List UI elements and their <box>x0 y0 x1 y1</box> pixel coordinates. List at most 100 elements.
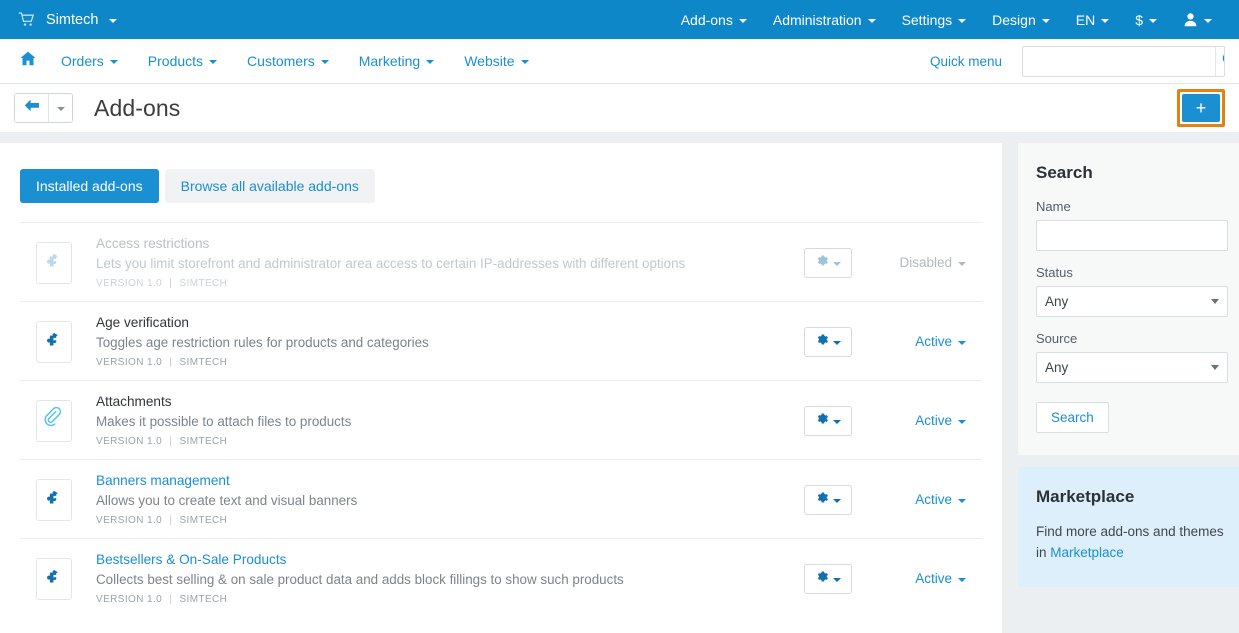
addon-status[interactable]: Active <box>904 413 982 428</box>
addon-vendor: SIMTECH <box>179 436 228 447</box>
chevron-down-icon <box>109 60 118 64</box>
addon-status[interactable]: Active <box>904 334 982 349</box>
status-select[interactable]: Any <box>1036 286 1228 317</box>
nav-home-button[interactable] <box>10 51 46 71</box>
addon-settings-button[interactable] <box>804 326 852 357</box>
chevron-down-icon <box>832 261 841 266</box>
search-input[interactable] <box>1023 46 1215 76</box>
meta-separator: | <box>169 515 173 526</box>
global-search <box>1022 45 1225 77</box>
table-row: Age verification Toggles age restriction… <box>20 301 982 380</box>
chevron-down-icon <box>958 18 967 23</box>
puzzle-piece-icon <box>45 567 64 591</box>
marketplace-text: Find more add-ons and themes in Marketpl… <box>1036 521 1224 563</box>
chevron-down-icon <box>738 18 747 23</box>
addon-settings-button[interactable] <box>804 484 852 515</box>
nav-item-customers[interactable]: Customers <box>232 53 344 69</box>
addon-description: Lets you limit storefront and administra… <box>96 256 686 271</box>
nav-item-products[interactable]: Products <box>133 53 232 69</box>
addon-vendor: SIMTECH <box>179 594 228 605</box>
addon-version: VERSION 1.0 <box>96 357 163 368</box>
addon-meta: VERSION 1.0 | SIMTECH <box>96 278 790 289</box>
topnav-item-user[interactable] <box>1170 12 1225 27</box>
meta-separator: | <box>169 436 173 447</box>
topnav-item-language[interactable]: EN <box>1063 12 1122 28</box>
addon-settings-button[interactable] <box>804 405 852 436</box>
addon-settings-button[interactable] <box>804 247 852 278</box>
nav-item-marketing[interactable]: Marketing <box>344 53 449 69</box>
chevron-down-icon <box>109 18 118 23</box>
addon-name[interactable]: Banners management <box>96 473 790 488</box>
addon-status[interactable]: Active <box>904 571 982 586</box>
tab-installed-addons[interactable]: Installed add-ons <box>20 169 159 203</box>
addon-meta: VERSION 1.0 | SIMTECH <box>96 436 790 447</box>
quick-menu-link[interactable]: Quick menu <box>930 54 1002 69</box>
chevron-down-icon <box>958 340 966 345</box>
addon-info: Access restrictions Lets you limit store… <box>96 236 804 289</box>
addon-icon-wrap <box>36 478 72 521</box>
status-label: Active <box>915 571 952 586</box>
nav-label: Customers <box>247 53 315 69</box>
chevron-down-icon <box>209 60 218 64</box>
topnav-item-settings[interactable]: Settings <box>889 12 980 28</box>
addon-version: VERSION 1.0 <box>96 436 163 447</box>
table-row: Attachments Makes it possible to attach … <box>20 380 982 459</box>
topnav-label: Design <box>992 11 1036 28</box>
brand-name: Simtech <box>46 11 99 28</box>
addon-status[interactable]: Active <box>904 492 982 507</box>
addon-info: Attachments Makes it possible to attach … <box>96 394 804 447</box>
marketplace-link[interactable]: Marketplace <box>1050 545 1124 560</box>
home-icon <box>20 51 36 71</box>
page-title: Add-ons <box>94 94 181 121</box>
chevron-down-icon <box>1211 299 1219 304</box>
status-label: Active <box>915 492 952 507</box>
add-addon-button[interactable]: + <box>1182 94 1220 122</box>
puzzle-piece-icon <box>45 251 64 275</box>
source-select[interactable]: Any <box>1036 352 1228 383</box>
gear-icon <box>816 491 829 509</box>
topnav-item-addons[interactable]: Add-ons <box>668 12 760 28</box>
back-button[interactable] <box>15 94 48 122</box>
addon-info: Banners management Allows you to create … <box>96 473 804 526</box>
search-submit-button[interactable]: Search <box>1036 402 1109 433</box>
page-title-bar: Add-ons + <box>0 84 1239 132</box>
addon-name[interactable]: Bestsellers & On-Sale Products <box>96 552 790 567</box>
name-field[interactable] <box>1036 220 1228 251</box>
topnav-item-currency[interactable]: $ <box>1122 12 1170 28</box>
cart-icon <box>18 12 35 27</box>
chevron-down-icon <box>958 261 966 266</box>
status-field-label: Status <box>1036 265 1073 280</box>
gear-icon <box>816 333 829 351</box>
tab-browse-addons[interactable]: Browse all available add-ons <box>164 169 375 203</box>
addon-settings-button[interactable] <box>804 563 852 594</box>
nav-item-website[interactable]: Website <box>449 53 543 69</box>
chevron-down-icon <box>958 419 966 424</box>
sidebar: Search Name Status Any Source Any Search… <box>1002 132 1239 632</box>
brand-logo[interactable]: Simtech <box>18 11 118 28</box>
back-dropdown-button[interactable] <box>48 94 72 122</box>
addon-version: VERSION 1.0 <box>96 278 163 289</box>
topnav-label: $ <box>1135 11 1143 28</box>
marketplace-title: Marketplace <box>1036 487 1135 506</box>
chevron-down-icon <box>1041 18 1050 23</box>
puzzle-piece-icon <box>45 488 64 512</box>
topnav-item-design[interactable]: Design <box>979 12 1063 28</box>
addon-meta: VERSION 1.0 | SIMTECH <box>96 357 790 368</box>
addon-name: Age verification <box>96 315 189 330</box>
status-label: Active <box>915 334 952 349</box>
puzzle-piece-icon <box>45 330 64 354</box>
search-button[interactable] <box>1215 46 1224 76</box>
chevron-down-icon <box>320 60 329 64</box>
addon-status[interactable]: Disabled <box>899 255 982 270</box>
topnav-item-administration[interactable]: Administration <box>760 12 889 28</box>
meta-separator: | <box>169 278 173 289</box>
search-icon <box>1222 52 1224 70</box>
chevron-down-icon <box>1101 18 1110 23</box>
topnav-label: Administration <box>772 11 862 28</box>
nav-item-orders[interactable]: Orders <box>46 53 133 69</box>
table-row: Banners management Allows you to create … <box>20 459 982 538</box>
addon-info: Bestsellers & On-Sale Products Collects … <box>96 552 804 605</box>
top-bar: Simtech Add-ons Administration Settings … <box>0 0 1239 39</box>
chevron-down-icon <box>832 419 841 424</box>
add-button-highlight: + <box>1177 89 1225 127</box>
